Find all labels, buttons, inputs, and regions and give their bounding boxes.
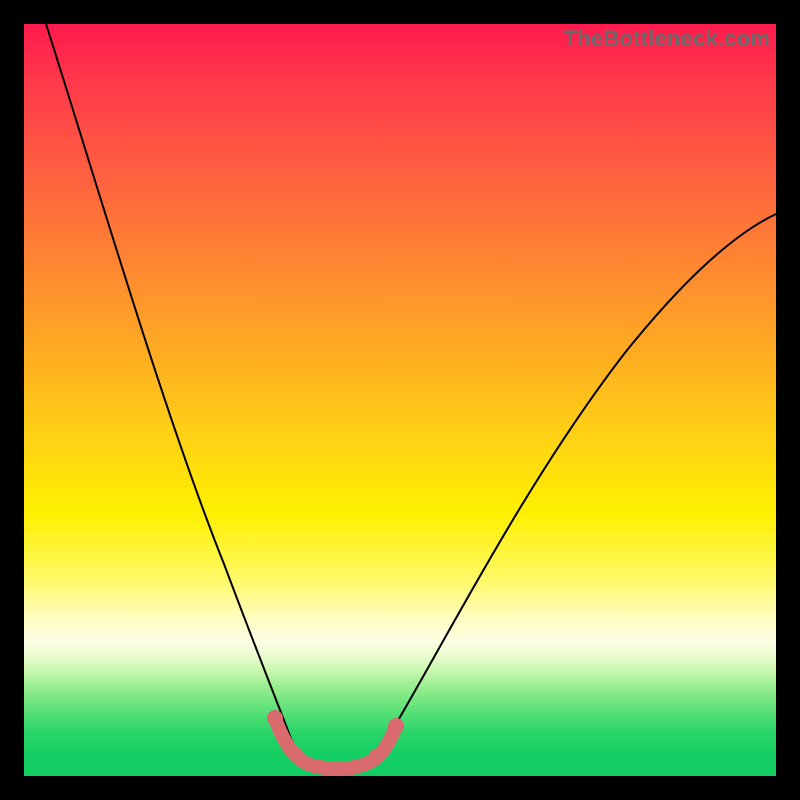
highlight-dot-4 [345,761,359,775]
highlight-dot-left [267,710,283,726]
highlight-dot-right [388,718,404,734]
chart-svg [24,24,776,776]
chart-frame: TheBottleneck.com [24,24,776,776]
highlight-dot-3 [317,761,331,775]
highlight-dot-5 [369,749,383,763]
curve-left-branch [46,24,290,736]
curve-right-branch [390,214,776,734]
highlight-dot-2 [289,747,303,761]
